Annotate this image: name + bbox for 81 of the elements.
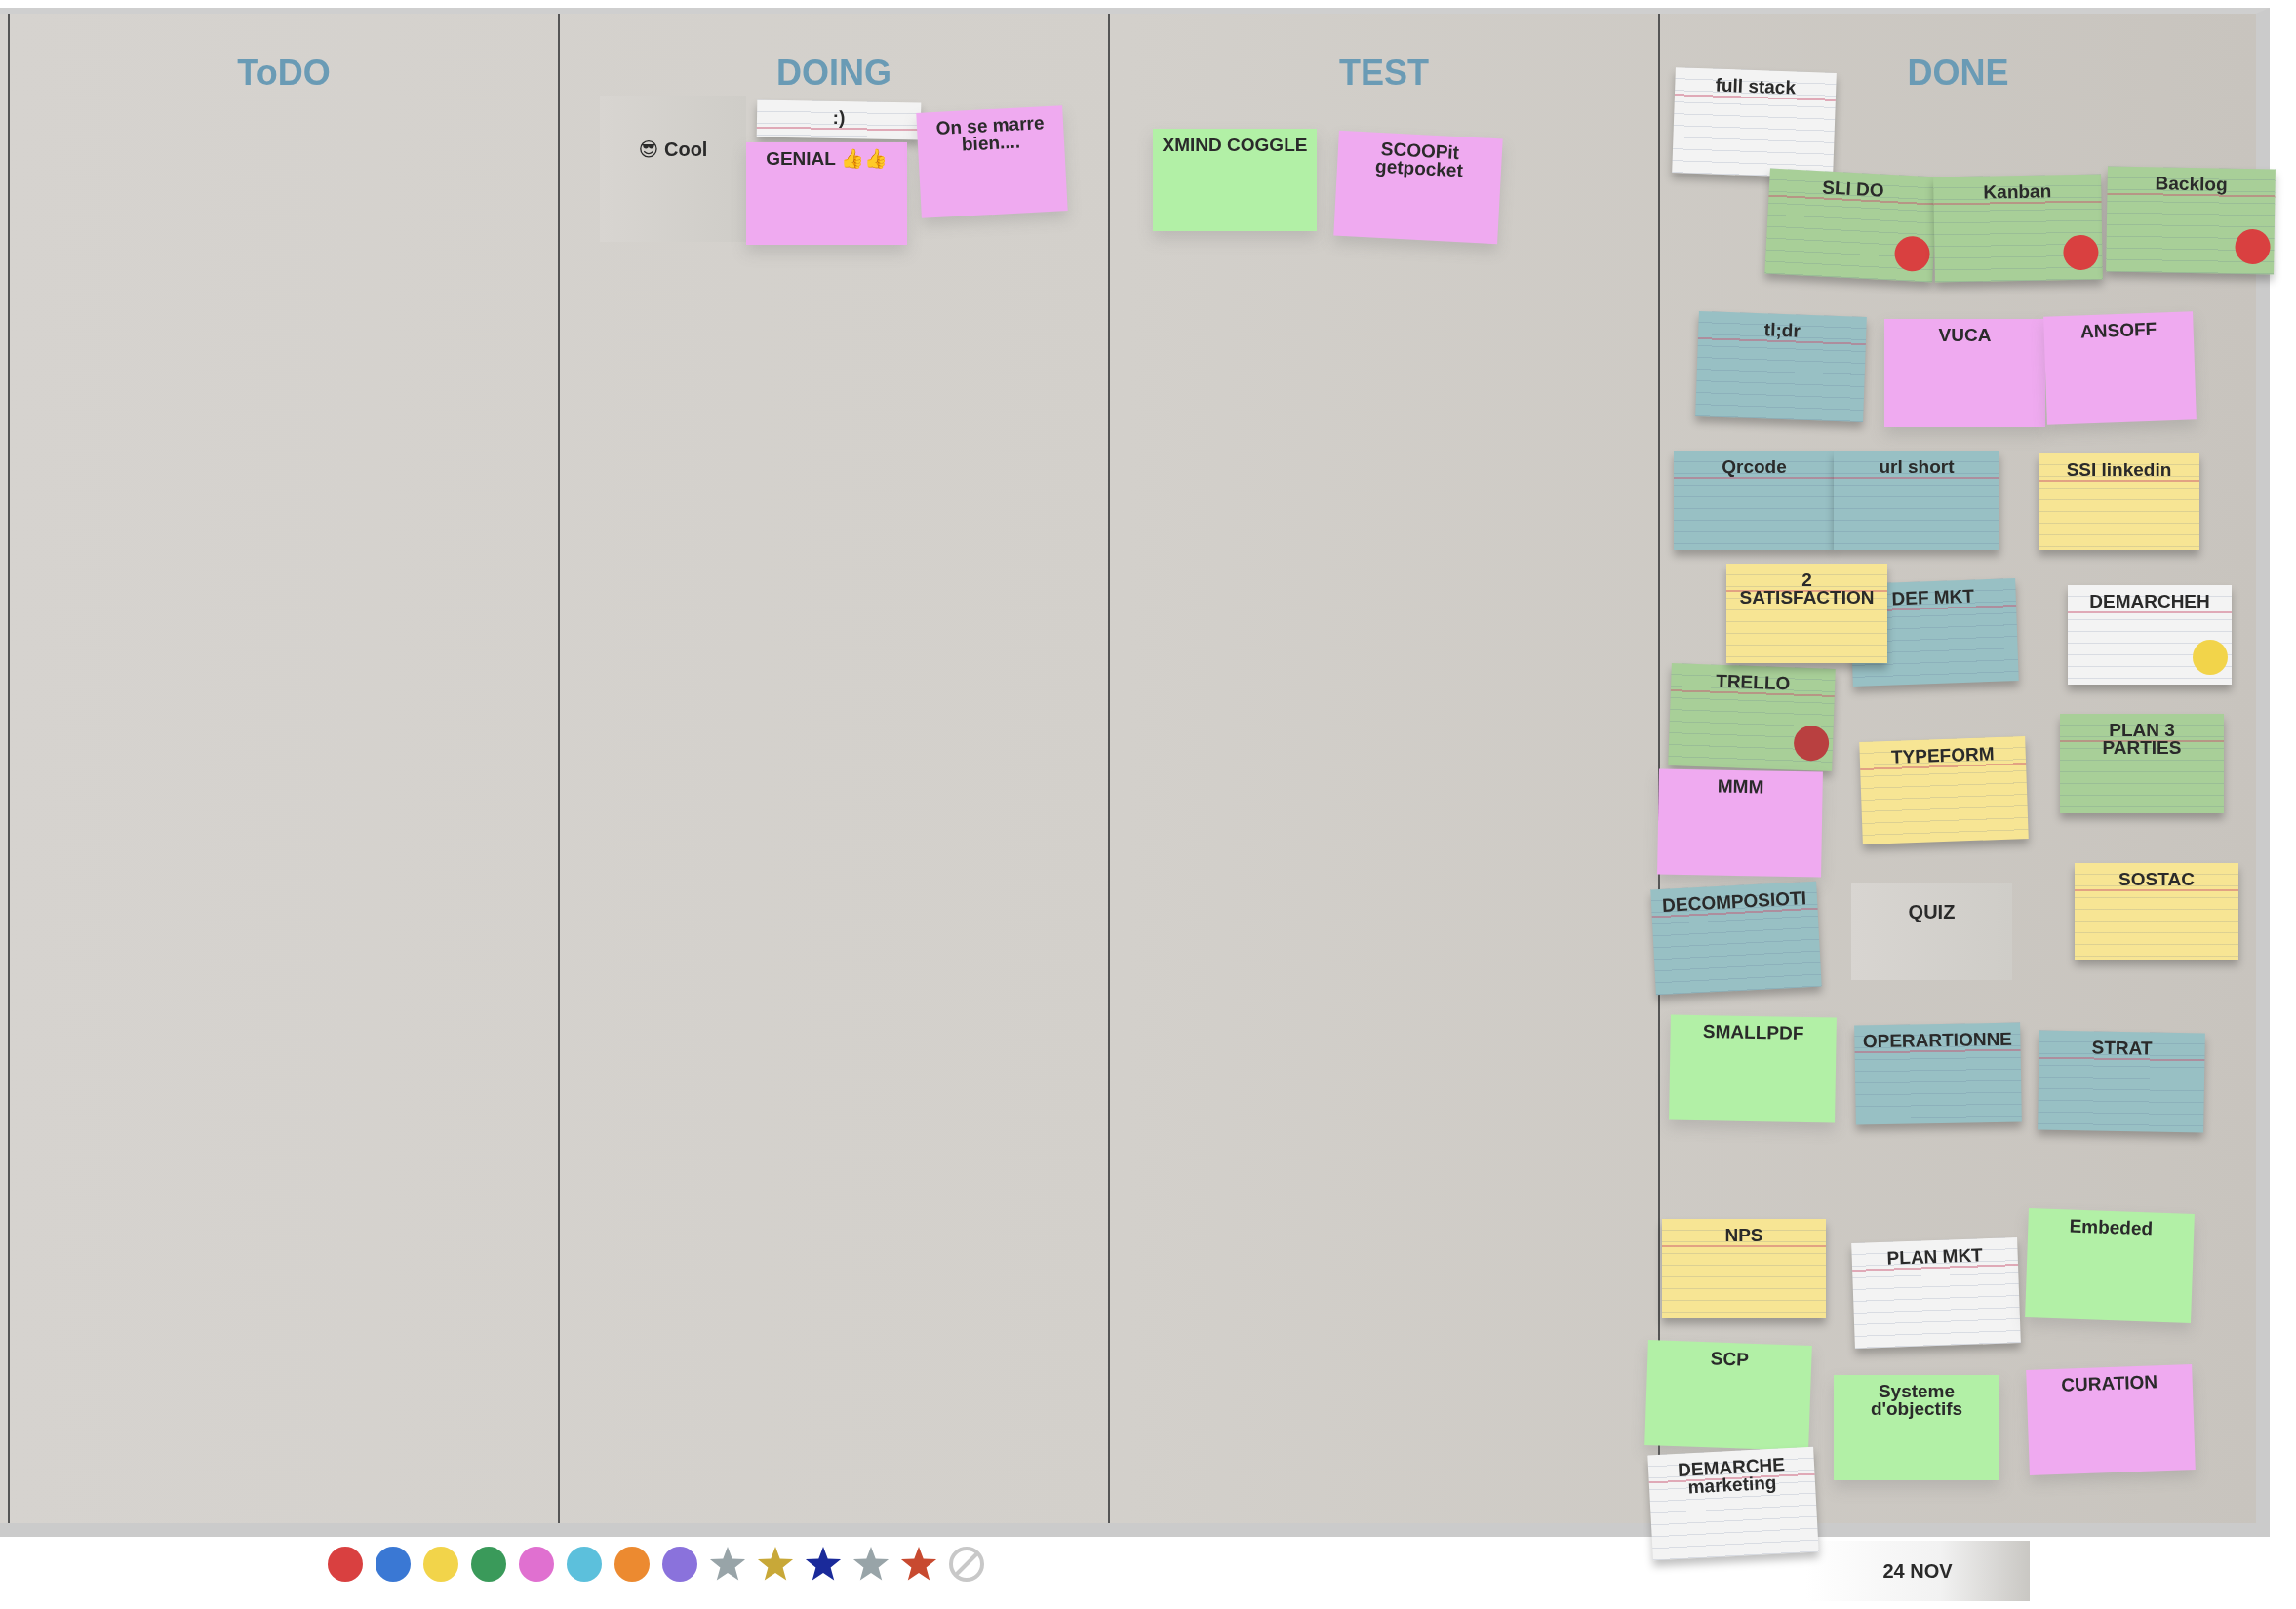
color-dot[interactable] bbox=[517, 1545, 556, 1584]
index-card[interactable]: SSI linkedin bbox=[2039, 453, 2199, 550]
index-card[interactable]: PLAN MKT bbox=[1851, 1237, 2021, 1349]
index-card[interactable]: full stack bbox=[1672, 67, 1837, 178]
index-card[interactable]: SOSTAC bbox=[2075, 863, 2238, 960]
sticky-note[interactable]: MMM bbox=[1657, 768, 1823, 878]
sticky-note[interactable]: Systeme d'objectifs bbox=[1834, 1375, 1999, 1480]
sticky-note[interactable]: SMALLPDF bbox=[1669, 1014, 1837, 1123]
column-title: DONE bbox=[1907, 53, 2009, 94]
column-title: ToDO bbox=[237, 53, 331, 94]
card-text: SLI DO bbox=[1821, 178, 1885, 200]
card-text: Qrcode bbox=[1722, 458, 1787, 477]
sticky-note[interactable]: VUCA bbox=[1884, 319, 2045, 427]
card-text: TRELLO bbox=[1715, 672, 1791, 693]
no-symbol-icon[interactable] bbox=[947, 1545, 986, 1584]
index-card[interactable]: NPS bbox=[1662, 1219, 1826, 1318]
blank-note[interactable]: 😎 Cool bbox=[600, 96, 746, 242]
card-text: url short bbox=[1879, 458, 1955, 477]
color-dot[interactable] bbox=[326, 1545, 365, 1584]
index-card[interactable]: DEMARCHE marketing bbox=[1647, 1446, 1819, 1561]
sticky-note[interactable]: Embeded bbox=[2025, 1208, 2195, 1323]
sticky-note[interactable]: SCP bbox=[1644, 1340, 1812, 1451]
index-card[interactable]: :) bbox=[756, 99, 922, 140]
color-dot[interactable] bbox=[565, 1545, 604, 1584]
card-text: ANSOFF bbox=[2079, 320, 2157, 341]
card-text: Systeme d'objectifs bbox=[1870, 1383, 1963, 1419]
card-text: Embeded bbox=[2069, 1217, 2154, 1238]
color-dot[interactable] bbox=[469, 1545, 508, 1584]
card-text: VUCA bbox=[1938, 327, 1992, 345]
index-card[interactable]: Backlog bbox=[2106, 166, 2276, 275]
card-text: full stack bbox=[1715, 76, 1797, 98]
card-text: GENIAL 👍👍 bbox=[766, 150, 888, 169]
sticky-note[interactable]: XMIND COGGLE bbox=[1153, 129, 1317, 231]
card-text: OPERARTIONNE bbox=[1862, 1030, 2013, 1051]
card-text: DEMARCHE marketing bbox=[1677, 1456, 1787, 1497]
card-text: Kanban bbox=[1983, 182, 2052, 202]
index-card[interactable]: TYPEFORM bbox=[1859, 736, 2029, 844]
card-text: STRAT bbox=[2091, 1039, 2153, 1058]
index-card[interactable]: Qrcode bbox=[1674, 451, 1835, 550]
sticky-note[interactable]: On se marre bien.... bbox=[916, 105, 1068, 218]
card-text: PLAN MKT bbox=[1886, 1246, 1984, 1268]
card-text: XMIND COGGLE bbox=[1162, 137, 1308, 155]
sticky-note[interactable]: GENIAL 👍👍 bbox=[746, 142, 907, 245]
card-text: 😎 Cool bbox=[638, 139, 708, 159]
card-text: DECOMPOSIOTI bbox=[1661, 889, 1807, 915]
card-text: DEMARCHEH bbox=[2089, 593, 2210, 611]
column-title: TEST bbox=[1339, 53, 1429, 94]
card-text: tl;dr bbox=[1763, 321, 1801, 340]
column-title: DOING bbox=[776, 53, 891, 94]
index-card[interactable]: DEMARCHEH bbox=[2068, 585, 2232, 685]
sticky-note[interactable]: ANSOFF bbox=[2043, 311, 2197, 425]
card-text: MMM bbox=[1717, 777, 1764, 797]
card-text: CURATION bbox=[2061, 1373, 2158, 1394]
index-card[interactable]: PLAN 3 PARTIES bbox=[2060, 714, 2224, 813]
card-text: SOSTAC bbox=[2118, 871, 2195, 889]
color-dot[interactable] bbox=[421, 1545, 460, 1584]
card-text: PLAN 3 PARTIES bbox=[2102, 722, 2182, 758]
index-card[interactable]: url short bbox=[1834, 451, 1999, 550]
card-text: SCP bbox=[1710, 1350, 1750, 1369]
card-text: TYPEFORM bbox=[1890, 745, 1995, 766]
blank-note[interactable]: QUIZ bbox=[1851, 883, 2012, 980]
card-text: SSI linkedin bbox=[2066, 461, 2172, 480]
index-card[interactable]: 2 SATISFACTION bbox=[1726, 564, 1887, 663]
index-card[interactable]: STRAT bbox=[2038, 1030, 2205, 1133]
card-text: Backlog bbox=[2155, 175, 2228, 194]
card-text: On se marre bien.... bbox=[935, 114, 1046, 155]
color-dot[interactable] bbox=[613, 1545, 652, 1584]
index-card[interactable]: OPERARTIONNE bbox=[1854, 1022, 2022, 1125]
card-text: QUIZ bbox=[1908, 902, 1956, 922]
index-card[interactable]: TRELLO bbox=[1668, 663, 1836, 771]
card-text: SMALLPDF bbox=[1702, 1023, 1804, 1042]
sticky-note[interactable]: CURATION bbox=[2026, 1364, 2196, 1475]
color-dot[interactable] bbox=[660, 1545, 699, 1584]
color-dot[interactable] bbox=[374, 1545, 413, 1584]
card-text: DEF MKT bbox=[1891, 587, 1975, 608]
index-card[interactable]: tl;dr bbox=[1695, 311, 1867, 422]
card-text: SCOOPit getpocket bbox=[1374, 139, 1465, 180]
card-text: :) bbox=[832, 108, 846, 128]
card-text: NPS bbox=[1724, 1227, 1763, 1245]
index-card[interactable]: DECOMPOSIOTI bbox=[1650, 881, 1822, 996]
index-card[interactable]: Kanban bbox=[1933, 174, 2103, 283]
